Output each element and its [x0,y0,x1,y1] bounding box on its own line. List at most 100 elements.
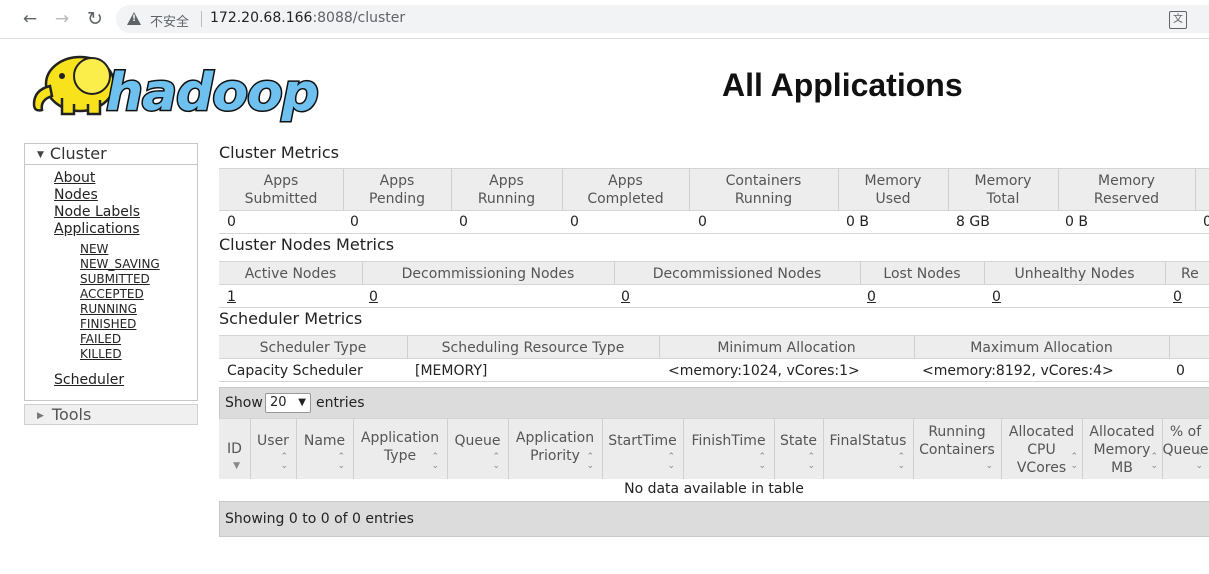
page-title: All Applications [722,67,963,103]
col-maximum-allocation[interactable]: Maximum Allocation [914,336,1170,359]
triangle-down-icon: ▼ [37,150,44,160]
scheduler-metrics-header: Scheduler Type Scheduling Resource Type … [219,335,1209,359]
table-info-text: Showing 0 to 0 of 0 entries [225,511,414,527]
sidebar-cluster: ▼ Cluster About Nodes Node Labels Applica… [24,143,198,401]
sidebar-state-accepted[interactable]: ACCEPTED [80,287,144,301]
link-rebooted-nodes[interactable]: 0 [1173,289,1182,305]
col-percent-of-queue[interactable]: % of Queue ⌃ ⌄ [1162,419,1209,479]
cluster-metrics-title: Cluster Metrics [219,143,339,162]
sidebar-state-killed[interactable]: KILLED [80,347,122,361]
translate-icon[interactable]: 文 [1169,11,1187,29]
col-final-status[interactable]: FinalStatus ⌃ ⌄ [823,419,914,479]
logo-wordmark: hadoop [106,63,318,123]
col-state[interactable]: State ⌃ ⌄ [774,419,824,479]
value-memory-used: 0 B [846,214,869,230]
col-allocated-cpu-vcores[interactable]: Allocated CPU VCores ⌃ ⌄ [1001,419,1083,479]
col-allocated-memory-mb[interactable]: Allocated Memory MB ⌃ ⌄ [1082,419,1163,479]
sidebar-state-new[interactable]: NEW [80,242,108,256]
applications-header: ID ▼ User ⌃ ⌄ Name ⌃ ⌄ Application Type ⌃ ⌄ Queu… [219,418,1209,480]
col-containers-running[interactable]: Containers Running [689,169,839,211]
col-apps-completed[interactable]: Apps Completed [562,169,690,211]
sort-icon: ⌃ ⌄ [1195,452,1203,471]
sort-desc-icon: ▼ [233,461,240,471]
col-name[interactable]: Name ⌃ ⌄ [296,419,354,479]
link-active-nodes[interactable]: 1 [227,289,236,305]
col-memory-used[interactable]: Memory Used [838,169,949,211]
hadoop-logo[interactable]: hadoop [22,46,327,124]
scheduler-metrics-title: Scheduler Metrics [219,309,363,328]
col-user[interactable]: User ⌃ ⌄ [250,419,297,479]
value-containers-running: 0 [698,214,707,230]
col-rebooted-nodes[interactable]: Re [1165,262,1209,285]
col-decommissioned-nodes[interactable]: Decommissioned Nodes [614,262,861,285]
sidebar-tools[interactable]: ▶ Tools [24,404,198,425]
col-running-containers[interactable]: Running Containers ⌃ ⌄ [913,419,1002,479]
sort-icon: ⌃ ⌄ [667,452,675,471]
address-bar[interactable]: 不安全 172.20.68.166:8088/cluster 文 [116,5,1209,33]
link-lost-nodes[interactable]: 0 [867,289,876,305]
value-apps-running: 0 [459,214,468,230]
reload-icon[interactable]: ↻ [85,9,105,29]
col-scheduler-type[interactable]: Scheduler Type [219,336,408,359]
back-arrow-icon[interactable]: ← [20,9,40,29]
url-path: :8088/cluster [312,10,406,26]
address-separator [201,11,202,27]
col-id[interactable]: ID ▼ [219,419,251,479]
link-decommissioning-nodes[interactable]: 0 [369,289,378,305]
warning-icon [127,12,141,25]
col-apps-pending[interactable]: Apps Pending [343,169,452,211]
col-apps-submitted[interactable]: Apps Submitted [219,169,344,211]
scheduler-metrics-values: Capacity Scheduler [MEMORY] <memory:1024… [219,358,1209,382]
value-minimum-allocation: <memory:1024, vCores:1> [668,363,860,379]
sort-icon: ⌃ ⌄ [807,452,815,471]
col-start-time[interactable]: StartTime ⌃ ⌄ [602,419,684,479]
col-application-priority[interactable]: Application Priority ⌃ ⌄ [508,419,603,479]
cluster-toggle[interactable]: ▼ Cluster [25,144,197,165]
sidebar-state-new-saving[interactable]: NEW_SAVING [80,257,160,271]
sidebar-link-about[interactable]: About [54,170,95,186]
col-decommissioning-nodes[interactable]: Decommissioning Nodes [362,262,615,285]
sidebar-link-node-labels[interactable]: Node Labels [54,204,140,220]
url-text[interactable]: 172.20.68.166:8088/cluster [210,10,405,26]
value-apps-pending: 0 [350,214,359,230]
cluster-metrics-values: 0 0 0 0 0 0 B 8 GB 0 B 0 [219,210,1209,234]
tools-label: Tools [51,405,92,424]
col-minimum-allocation[interactable]: Minimum Allocation [659,336,915,359]
sort-icon: ⌃ ⌄ [337,452,345,471]
sidebar-link-applications[interactable]: Applications [54,221,140,237]
sort-icon: ⌃ ⌄ [280,452,288,471]
sidebar-state-running[interactable]: RUNNING [80,302,137,316]
sort-icon: ⌃ ⌄ [985,452,993,471]
col-memory-reserved[interactable]: Memory Reserved [1058,169,1196,211]
sidebar-link-nodes[interactable]: Nodes [54,187,98,203]
value-memory-reserved: 0 B [1065,214,1088,230]
value-maximum-allocation: <memory:8192, vCores:4> [922,363,1114,379]
table-info-bar: Showing 0 to 0 of 0 entries [219,501,1209,537]
page-size-value: 20 [270,395,287,410]
col-application-type[interactable]: Application Type ⌃ ⌄ [353,419,448,479]
empty-table-message: No data available in table [219,479,1209,500]
forward-arrow-icon[interactable]: → [52,9,72,29]
value-memory-total: 8 GB [956,214,990,230]
col-lost-nodes[interactable]: Lost Nodes [860,262,985,285]
col-memory-total[interactable]: Memory Total [948,169,1059,211]
sidebar-state-failed[interactable]: FAILED [80,332,121,346]
col-unhealthy-nodes[interactable]: Unhealthy Nodes [984,262,1166,285]
col-active-nodes[interactable]: Active Nodes [219,262,363,285]
page-size-select[interactable]: 20 ▼ [265,393,311,413]
cluster-label: Cluster [49,144,107,163]
sidebar-state-finished[interactable]: FINISHED [80,317,136,331]
sort-icon: ⌃ ⌄ [586,452,594,471]
col-scheduling-resource-type[interactable]: Scheduling Resource Type [407,336,660,359]
sidebar-state-submitted[interactable]: SUBMITTED [80,272,150,286]
sidebar-link-scheduler[interactable]: Scheduler [54,372,124,388]
col-finish-time[interactable]: FinishTime ⌃ ⌄ [683,419,775,479]
url-host: 172.20.68.166 [210,10,313,26]
sort-icon: ⌃ ⌄ [1150,452,1158,471]
chevron-down-icon: ▼ [298,397,306,408]
value-apps-completed: 0 [570,214,579,230]
col-apps-running[interactable]: Apps Running [451,169,563,211]
link-unhealthy-nodes[interactable]: 0 [992,289,1001,305]
col-queue[interactable]: Queue ⌃ ⌄ [447,419,509,479]
link-decommissioned-nodes[interactable]: 0 [621,289,630,305]
